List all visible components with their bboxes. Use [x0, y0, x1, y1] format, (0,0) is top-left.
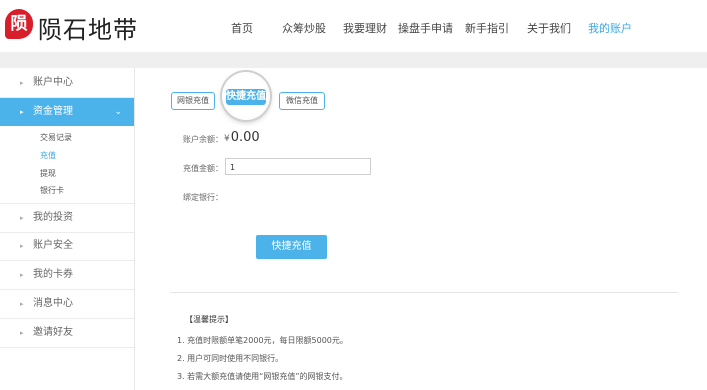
- sidebar-item-coupons[interactable]: ▸ 我的卡券: [0, 261, 134, 290]
- tips-title: 【温馨提示】: [185, 315, 233, 324]
- sidebar-sub-recharge[interactable]: 充值: [40, 150, 56, 161]
- sidebar-sub-bank-card[interactable]: 银行卡: [40, 185, 64, 196]
- nav-my-account[interactable]: 我的账户: [588, 20, 632, 36]
- sidebar-item-label: 我的卡券: [33, 269, 73, 280]
- sidebar: ▸ 账户中心 ▸ 资金管理 ⌄ 交易记录 充值 提现 银行卡 ▸ 我的投资 ▸ …: [0, 68, 135, 390]
- site-logo-text[interactable]: 陨石地带: [38, 10, 138, 45]
- quick-recharge-button[interactable]: 快捷充值: [256, 235, 327, 259]
- nav-crowdfunding[interactable]: 众筹炒股: [282, 20, 326, 36]
- sidebar-item-messages[interactable]: ▸ 消息中心: [0, 290, 134, 319]
- nav-guide[interactable]: 新手指引: [465, 20, 509, 36]
- sidebar-item-label: 我的投资: [33, 212, 73, 223]
- caret-right-icon: ▸: [20, 242, 24, 250]
- sidebar-item-investments[interactable]: ▸ 我的投资: [0, 203, 134, 233]
- nav-trader-apply[interactable]: 操盘手申请: [398, 20, 453, 36]
- sidebar-sub-transactions[interactable]: 交易记录: [40, 132, 72, 143]
- chevron-down-icon: ⌄: [114, 107, 122, 117]
- balance-label: 账户余额：: [183, 135, 223, 144]
- header-band: [0, 52, 707, 68]
- bank-label: 绑定银行：: [183, 193, 223, 202]
- nav-home[interactable]: 首页: [231, 20, 253, 36]
- nav-invest[interactable]: 我要理财: [343, 20, 387, 36]
- caret-right-icon: ▸: [20, 214, 24, 222]
- sidebar-item-funds[interactable]: ▸ 资金管理 ⌄: [0, 98, 134, 126]
- balance-value: 0.00: [230, 130, 260, 145]
- sidebar-item-account-center[interactable]: ▸ 账户中心: [0, 69, 134, 98]
- amount-input[interactable]: 1: [225, 158, 371, 175]
- currency-symbol: ¥: [224, 134, 230, 144]
- main-content: 网银充值 快捷充值 微信充值 账户余额： ¥0.00 充值金额： 1 绑定银行：…: [135, 68, 707, 390]
- amount-label: 充值金额：: [183, 164, 223, 173]
- caret-right-icon: ▸: [20, 271, 24, 279]
- sidebar-item-label: 邀请好友: [33, 327, 73, 338]
- balance-value-group: ¥0.00: [224, 130, 260, 145]
- logo-icon[interactable]: 陨: [5, 9, 33, 39]
- caret-right-icon: ▸: [20, 79, 24, 87]
- sidebar-item-label: 消息中心: [33, 298, 73, 309]
- caret-right-icon: ▸: [20, 108, 24, 116]
- sidebar-item-invite[interactable]: ▸ 邀请好友: [0, 319, 134, 348]
- sidebar-item-security[interactable]: ▸ 账户安全: [0, 232, 134, 261]
- tab-online-banking[interactable]: 网银充值: [171, 92, 215, 110]
- sidebar-item-label: 账户中心: [33, 77, 73, 88]
- tip-item: 3. 若需大额充值请使用“网银充值”的网银支付。: [177, 372, 348, 381]
- sidebar-item-label: 资金管理: [33, 106, 73, 117]
- tab-wechat-recharge[interactable]: 微信充值: [279, 92, 325, 110]
- divider: [170, 292, 678, 293]
- tip-item: 1. 充值时限额单笔2000元，每日限额5000元。: [177, 336, 348, 345]
- site-header: 陨 陨石地带 首页 众筹炒股 我要理财 操盘手申请 新手指引 关于我们 我的账户: [0, 0, 707, 52]
- magnifier-highlight: 快捷充值: [222, 72, 270, 120]
- tip-item: 2. 用户可同时使用不同银行。: [177, 354, 284, 363]
- caret-right-icon: ▸: [20, 300, 24, 308]
- tab-quick-recharge[interactable]: 快捷充值: [226, 89, 266, 105]
- sidebar-sub-withdraw[interactable]: 提现: [40, 168, 56, 179]
- caret-right-icon: ▸: [20, 329, 24, 337]
- nav-about[interactable]: 关于我们: [527, 20, 571, 36]
- sidebar-item-label: 账户安全: [33, 240, 73, 251]
